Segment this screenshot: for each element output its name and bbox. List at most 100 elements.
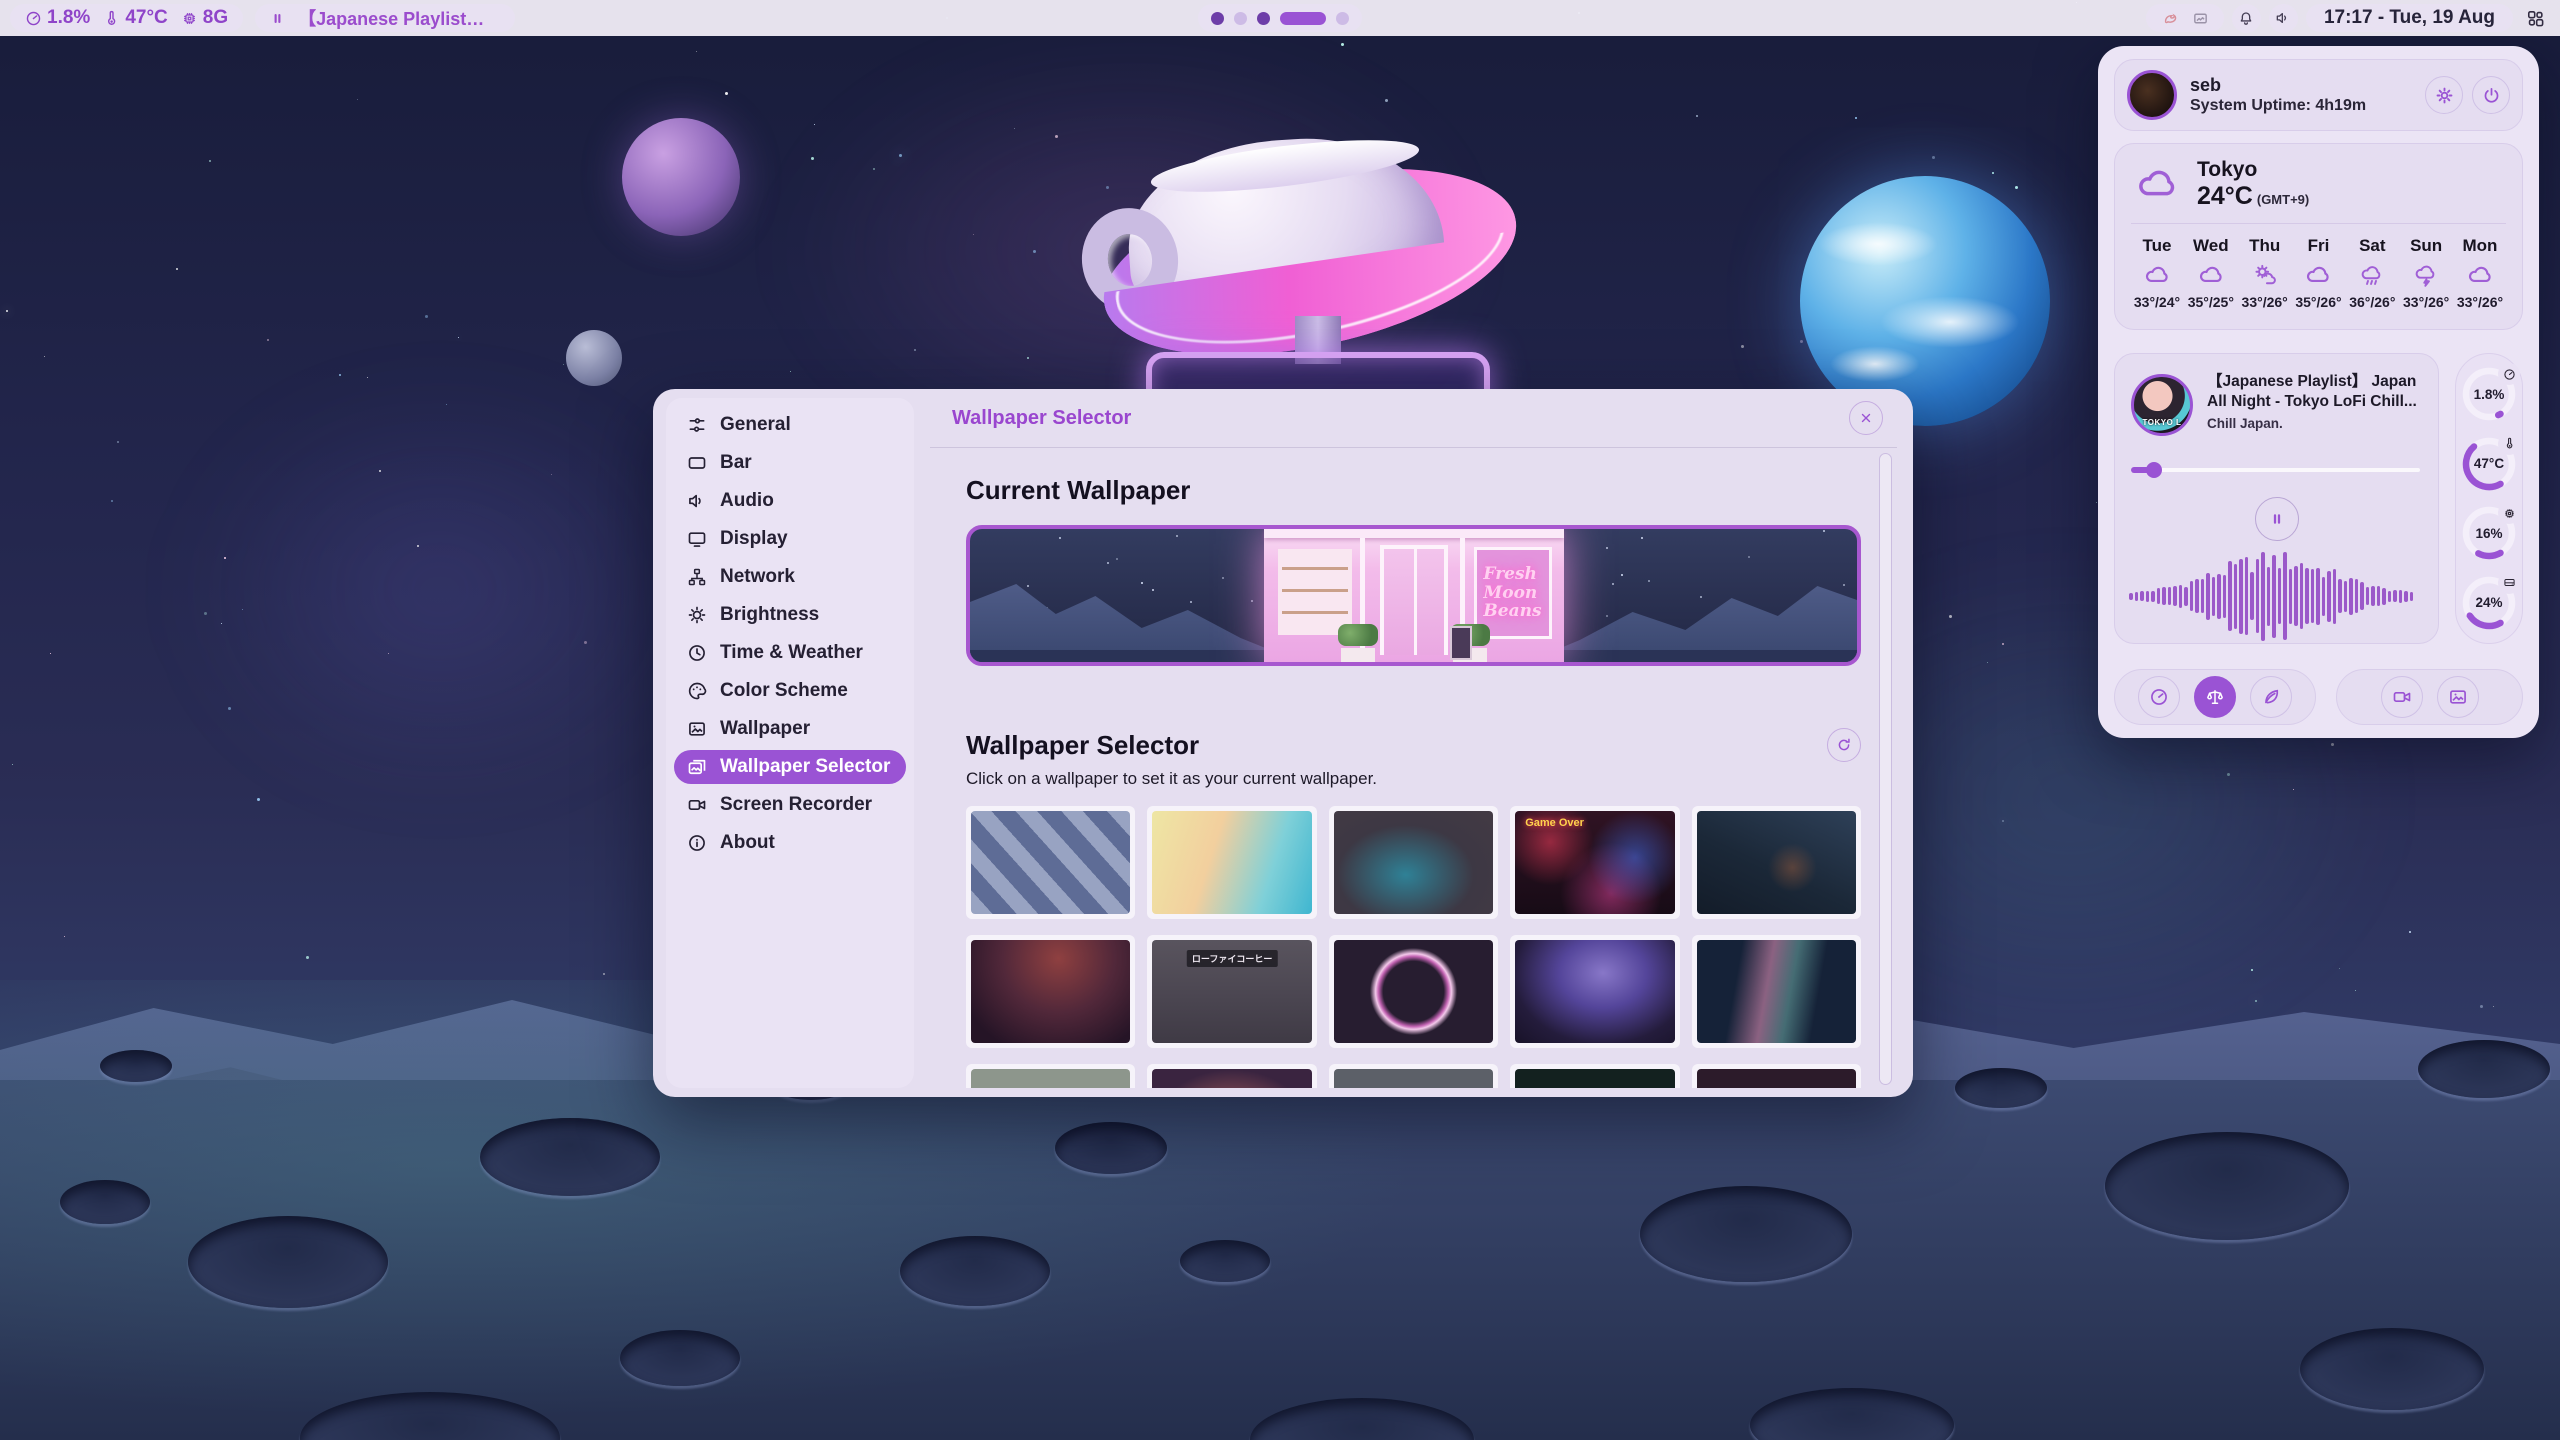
wallpaper-thumbnail-wireframe-wave[interactable] (1697, 940, 1856, 1043)
wallpaper-thumbnail-lofi-coffee-storefront[interactable]: ローファイコーヒー (1152, 940, 1311, 1043)
cloud-icon (2467, 262, 2493, 288)
settings-window: General Bar Audio Display Network Brightness T… (653, 389, 1913, 1097)
sidebar-item-time-weather[interactable]: Time & Weather (674, 636, 906, 670)
wallpaper-thumbnail-magenta-light-ring[interactable] (1334, 940, 1493, 1043)
settings-sidebar: General Bar Audio Display Network Brightness T… (666, 398, 914, 1088)
refresh-icon (1836, 737, 1852, 753)
wallpaper-thumbnail-cell (1147, 1064, 1316, 1088)
forecast-day-sat: Sat36°/26° (2348, 236, 2396, 310)
wallpaper-thumbnail-crimson-forest-figure[interactable] (971, 940, 1130, 1043)
screenshot-icon[interactable] (2192, 10, 2209, 27)
weather-timezone: (GMT+9) (2257, 192, 2309, 207)
weather-card: Tokyo 24°C(GMT+9) Tue33°/24°Wed35°/25°Th… (2114, 143, 2523, 330)
workspace-dot[interactable] (1211, 12, 1224, 25)
wallpaper-thumbnail-dark-teal[interactable] (1515, 1069, 1674, 1088)
sidebar-item-brightness[interactable]: Brightness (674, 598, 906, 632)
wallpaper-thumbnail-anime-girl-crosswalk[interactable] (971, 811, 1130, 914)
workspace-dot[interactable] (1257, 12, 1270, 25)
system-stats-pill[interactable]: 1.8% 47°C 8G (10, 4, 243, 32)
wallpaper-thumbnail-cell (1329, 806, 1498, 919)
screen-record-button[interactable] (2381, 676, 2423, 718)
gallery-icon (687, 757, 707, 777)
chip-icon (181, 10, 198, 27)
wallpaper-thumbnail-snowy-night-village[interactable] (1697, 811, 1856, 914)
scrollbar[interactable] (1879, 453, 1892, 1085)
sidebar-item-color-scheme[interactable]: Color Scheme (674, 674, 906, 708)
media-player-card: TOKYO L 【Japanese Playlist】 Japan All Ni… (2114, 353, 2439, 644)
slider-track[interactable] (2131, 468, 2420, 472)
power-saver-profile-button[interactable] (2250, 676, 2292, 718)
power-button[interactable] (2472, 76, 2510, 114)
power-saver-leaf-icon (2261, 687, 2281, 707)
sidebar-item-audio[interactable]: Audio (674, 484, 906, 518)
wallpaper-thumbnail-neon-arcade-alley[interactable]: Game Over (1515, 811, 1674, 914)
cpu-stat: 1.8% (25, 7, 90, 29)
app-dragon-icon[interactable] (2161, 10, 2178, 27)
stat-ring-47C: 47°C (2461, 436, 2517, 492)
performance-profile-button[interactable] (2138, 676, 2180, 718)
cloud-icon (2131, 163, 2183, 205)
wallpaper-thumbnail-teal-blur[interactable] (1334, 811, 1493, 914)
sidebar-item-about[interactable]: About (674, 826, 906, 860)
audio-icon (687, 491, 707, 511)
wallpaper-shortcut-button[interactable] (2437, 676, 2479, 718)
menu-board (1450, 626, 1472, 660)
wallpaper-thumbnail-nebula-over-forest[interactable] (1515, 940, 1674, 1043)
thermometer-icon (2503, 437, 2516, 450)
now-playing-pill[interactable]: 【Japanese Playlist】 J... (255, 4, 515, 32)
sidebar-item-display[interactable]: Display (674, 522, 906, 556)
forecast-row: Tue33°/24°Wed35°/25°Thu33°/26°Fri35°/26°… (2115, 224, 2522, 310)
wallpaper-thumbnail-dark-mauve[interactable] (1697, 1069, 1856, 1088)
wallpaper-thumbnail-cell (1147, 806, 1316, 919)
wallpaper-thumbnail-cell (1329, 935, 1498, 1048)
track-title: 【Japanese Playlist】 Japan All Night - To… (2207, 372, 2428, 412)
thumbnail-sign-text: Game Over (1525, 817, 1584, 829)
performance-gauge-icon (2149, 687, 2169, 707)
balanced-scales-icon (2205, 687, 2225, 707)
workspace-dot[interactable] (1336, 12, 1349, 25)
temperature-stat: 47°C (103, 7, 167, 29)
refresh-button[interactable] (1827, 728, 1861, 762)
close-button[interactable] (1849, 401, 1883, 435)
cloud-icon (2198, 262, 2224, 288)
stat-ring-1.8: 1.8% (2461, 366, 2517, 422)
wallpaper-thumbnail-sage-field[interactable] (971, 1069, 1130, 1088)
system-tray[interactable] (2146, 4, 2224, 32)
notifications-button[interactable] (2232, 4, 2261, 33)
sidebar-item-general[interactable]: General (674, 408, 906, 442)
desktop: 1.8% 47°C 8G 【Japanese Playlist】 J... (0, 0, 2560, 1440)
clock[interactable]: 17:17 - Tue, 19 Aug (2306, 4, 2513, 32)
workspace-indicator[interactable] (1198, 4, 1362, 32)
settings-button[interactable] (2425, 76, 2463, 114)
wallpaper-thumbnail-grey-mist[interactable] (1334, 1069, 1493, 1088)
balanced-profile-button[interactable] (2194, 676, 2236, 718)
clock-icon (687, 643, 707, 663)
workspace-dot-active[interactable] (1280, 12, 1326, 25)
overview-button[interactable] (2521, 4, 2550, 33)
wallpaper-thumbnail-coral-canyon[interactable] (1152, 1069, 1311, 1088)
gauge-icon (2503, 368, 2516, 381)
thumbnail-sign-text: ローファイコーヒー (1187, 950, 1277, 967)
volume-button[interactable] (2269, 4, 2298, 33)
neon-sign-text: FreshMoonBeans (1483, 565, 1541, 621)
forecast-day-thu: Thu33°/26° (2241, 236, 2289, 310)
storm-icon (2413, 262, 2439, 288)
cloud-icon (2144, 262, 2170, 288)
wallpaper-thumbnail-pastel-gradient[interactable] (1152, 811, 1311, 914)
sidebar-item-wallpaper-selector[interactable]: Wallpaper Selector (674, 750, 906, 784)
sidebar-item-screen-recorder[interactable]: Screen Recorder (674, 788, 906, 822)
play-pause-button[interactable] (2255, 497, 2299, 541)
content-scroll-area[interactable]: Current Wallpaper FreshMoonBeans (930, 448, 1897, 1088)
sidebar-item-network[interactable]: Network (674, 560, 906, 594)
wallpaper-grid: Game Over ローファイコーヒー (966, 806, 1861, 1088)
seek-slider[interactable] (2131, 462, 2420, 477)
current-wallpaper-preview: FreshMoonBeans (966, 525, 1861, 666)
sidebar-item-bar[interactable]: Bar (674, 446, 906, 480)
slider-thumb[interactable] (2146, 462, 2162, 478)
sidebar-item-wallpaper[interactable]: Wallpaper (674, 712, 906, 746)
forecast-day-fri: Fri35°/26° (2294, 236, 2342, 310)
wallpaper-thumbnail-cell (966, 935, 1135, 1048)
workspace-dot[interactable] (1234, 12, 1247, 25)
disk-icon (2503, 576, 2516, 589)
pause-icon (270, 11, 285, 26)
